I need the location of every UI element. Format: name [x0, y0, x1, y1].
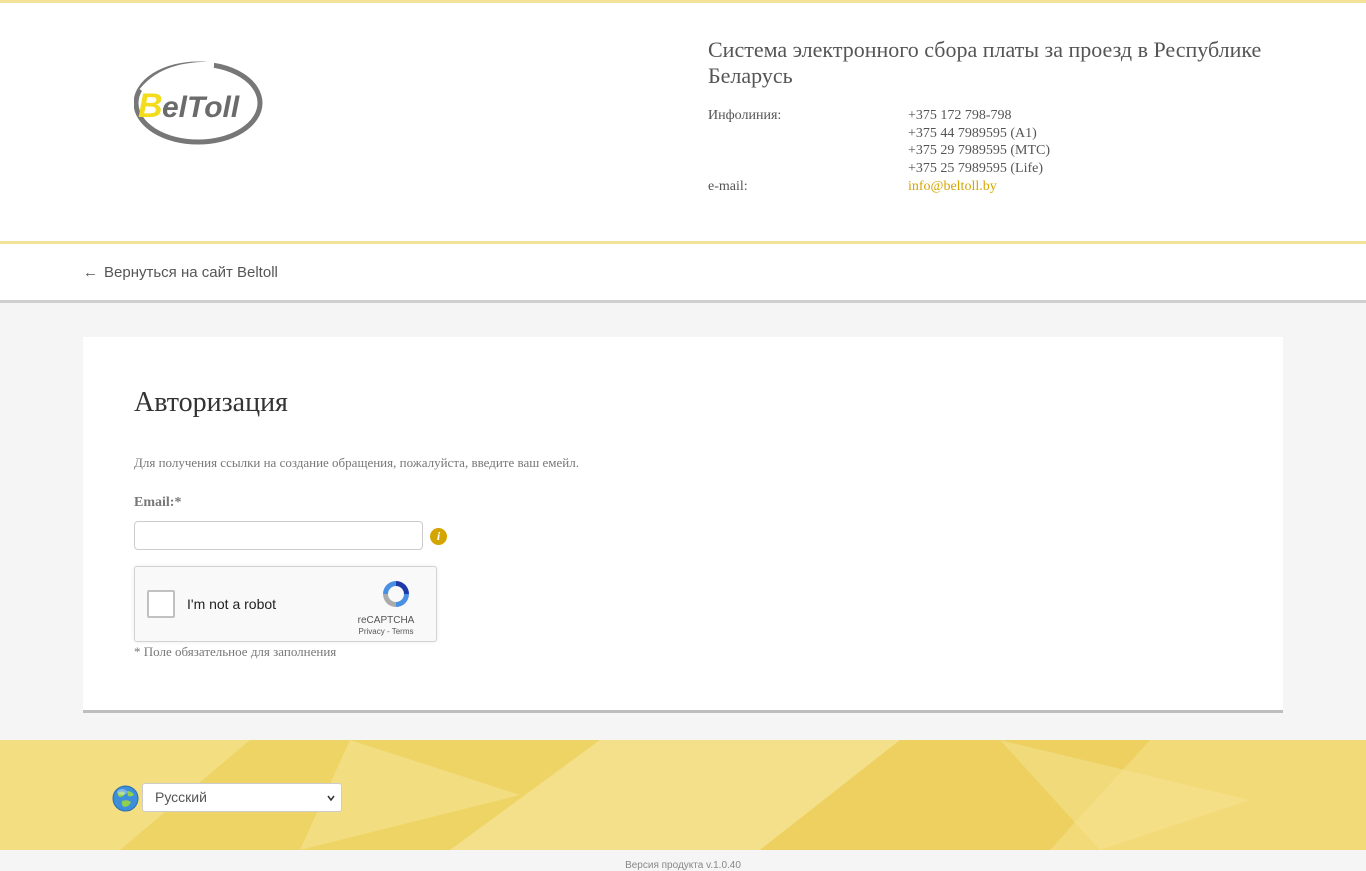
- card-bottom-border: [83, 710, 1283, 713]
- recaptcha-privacy-terms[interactable]: Privacy - Terms: [346, 627, 426, 636]
- phone-item: +375 172 798-798: [908, 108, 1012, 123]
- auth-card: Авторизация Для получения ссылки на созд…: [83, 337, 1283, 710]
- nav-bar: ← Вернуться на сайт Beltoll: [0, 244, 1366, 300]
- required-note: * Поле обязательное для заполнения: [134, 644, 337, 659]
- recaptcha-checkbox[interactable]: [147, 590, 175, 618]
- language-selected: Русский: [155, 789, 207, 805]
- email-link[interactable]: info@beltoll.by: [908, 179, 997, 194]
- nav-separator: [0, 300, 1366, 303]
- contacts-block: Инфолиния: +375 172 798-798 +375 44 7989…: [708, 107, 1268, 196]
- recaptcha-brand: reCAPTCHA: [357, 615, 415, 626]
- email-field-label: Email:*: [134, 495, 182, 510]
- email-row: e-mail: info@beltoll.by: [708, 178, 1268, 196]
- back-arrow-icon: ←: [83, 264, 98, 281]
- beltoll-logo[interactable]: B elToll: [134, 61, 264, 145]
- phone-item: +375 29 7989595 (МТС): [908, 143, 1051, 159]
- email-contact-label: e-mail:: [708, 178, 748, 194]
- chevron-down-icon: [327, 795, 335, 802]
- product-version: Версия продукта v.1.0.40: [625, 860, 741, 871]
- site-header: B elToll Система электронного сбора плат…: [0, 3, 1366, 241]
- recaptcha-widget: I'm not a robot reCAPTCHA Privacy - Term…: [134, 566, 437, 642]
- logo-letter-b: B: [138, 87, 163, 125]
- logo-wordmark: elToll: [162, 91, 240, 124]
- globe-icon: [112, 785, 139, 812]
- back-link-label: Вернуться на сайт Beltoll: [104, 264, 278, 281]
- infoline-row: Инфолиния: +375 172 798-798 +375 44 7989…: [708, 107, 1268, 178]
- phone-item: +375 44 7989595 (A1): [908, 125, 1037, 141]
- back-to-site-link[interactable]: ← Вернуться на сайт Beltoll: [83, 264, 278, 281]
- site-title: Система электронного сбора платы за прое…: [708, 37, 1262, 88]
- intro-text: Для получения ссылки на создание обращен…: [134, 455, 579, 470]
- phone-item: +375 25 7989595 (Life): [908, 161, 1044, 177]
- recaptcha-label: I'm not a robot: [187, 596, 277, 612]
- language-select[interactable]: Русский: [142, 783, 342, 812]
- page-title: Авторизация: [134, 387, 288, 418]
- email-input[interactable]: [134, 521, 423, 550]
- infoline-label: Инфолиния:: [708, 108, 782, 123]
- phone-list: +375 172 798-798 +375 44 7989595 (A1) +3…: [908, 107, 1268, 178]
- recaptcha-logo-icon: [383, 581, 409, 607]
- footer: Русский: [0, 740, 1366, 850]
- info-icon[interactable]: i: [430, 528, 447, 545]
